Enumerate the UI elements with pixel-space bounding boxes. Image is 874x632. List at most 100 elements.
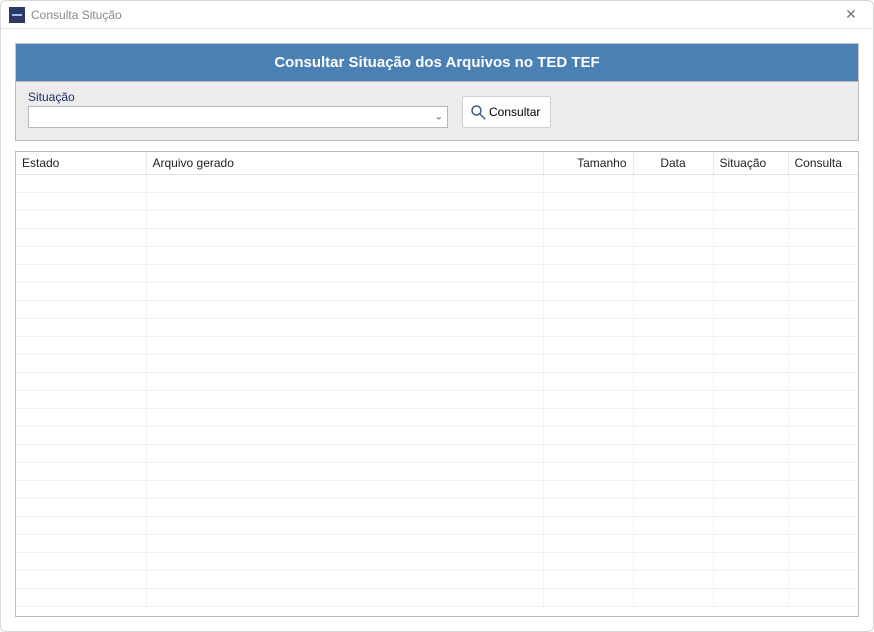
cell-tamanho — [543, 319, 633, 337]
cell-tamanho — [543, 499, 633, 517]
cell-situacao — [713, 535, 788, 553]
cell-consulta — [788, 175, 858, 193]
table-row — [16, 175, 858, 193]
cell-situacao — [713, 391, 788, 409]
cell-data — [633, 283, 713, 301]
cell-estado — [16, 589, 146, 607]
cell-situacao — [713, 517, 788, 535]
table-row — [16, 499, 858, 517]
table-row — [16, 355, 858, 373]
cell-estado — [16, 265, 146, 283]
col-header-estado[interactable]: Estado — [16, 152, 146, 175]
cell-consulta — [788, 517, 858, 535]
cell-situacao — [713, 481, 788, 499]
col-header-consulta[interactable]: Consulta — [788, 152, 858, 175]
cell-data — [633, 463, 713, 481]
cell-estado — [16, 211, 146, 229]
table-row — [16, 553, 858, 571]
cell-arquivo — [146, 193, 543, 211]
cell-consulta — [788, 589, 858, 607]
cell-arquivo — [146, 589, 543, 607]
table-row — [16, 481, 858, 499]
table-row — [16, 535, 858, 553]
situacao-input[interactable] — [29, 107, 447, 127]
situacao-label: Situação — [28, 90, 448, 104]
cell-situacao — [713, 463, 788, 481]
cell-arquivo — [146, 391, 543, 409]
cell-arquivo — [146, 319, 543, 337]
cell-tamanho — [543, 553, 633, 571]
cell-estado — [16, 517, 146, 535]
col-header-situacao[interactable]: Situação — [713, 152, 788, 175]
cell-estado — [16, 409, 146, 427]
cell-arquivo — [146, 481, 543, 499]
cell-consulta — [788, 481, 858, 499]
cell-estado — [16, 283, 146, 301]
cell-consulta — [788, 391, 858, 409]
cell-estado — [16, 301, 146, 319]
cell-situacao — [713, 301, 788, 319]
cell-tamanho — [543, 571, 633, 589]
cell-estado — [16, 319, 146, 337]
cell-data — [633, 517, 713, 535]
consultar-button[interactable]: Consultar — [462, 96, 551, 128]
col-header-data[interactable]: Data — [633, 152, 713, 175]
cell-situacao — [713, 409, 788, 427]
col-header-arquivo[interactable]: Arquivo gerado — [146, 152, 543, 175]
cell-situacao — [713, 319, 788, 337]
col-header-tamanho[interactable]: Tamanho — [543, 152, 633, 175]
cell-tamanho — [543, 175, 633, 193]
consultar-button-label: Consultar — [489, 105, 540, 119]
cell-tamanho — [543, 355, 633, 373]
cell-data — [633, 571, 713, 589]
cell-tamanho — [543, 517, 633, 535]
cell-estado — [16, 553, 146, 571]
cell-arquivo — [146, 445, 543, 463]
cell-data — [633, 337, 713, 355]
cell-situacao — [713, 355, 788, 373]
cell-data — [633, 391, 713, 409]
cell-data — [633, 535, 713, 553]
cell-arquivo — [146, 247, 543, 265]
cell-consulta — [788, 427, 858, 445]
cell-data — [633, 553, 713, 571]
cell-arquivo — [146, 427, 543, 445]
cell-data — [633, 373, 713, 391]
situacao-combo[interactable]: ⌄ — [28, 106, 448, 128]
cell-consulta — [788, 247, 858, 265]
cell-tamanho — [543, 211, 633, 229]
cell-tamanho — [543, 481, 633, 499]
cell-situacao — [713, 571, 788, 589]
cell-estado — [16, 391, 146, 409]
cell-consulta — [788, 337, 858, 355]
client-area: Consultar Situação dos Arquivos no TED T… — [1, 29, 873, 631]
app-window: Consulta Situção ✕ Consultar Situação do… — [0, 0, 874, 632]
table-row — [16, 247, 858, 265]
cell-data — [633, 301, 713, 319]
cell-situacao — [713, 283, 788, 301]
cell-estado — [16, 445, 146, 463]
cell-situacao — [713, 499, 788, 517]
cell-consulta — [788, 463, 858, 481]
cell-estado — [16, 247, 146, 265]
cell-data — [633, 409, 713, 427]
situacao-field: Situação ⌄ — [28, 90, 448, 128]
cell-estado — [16, 499, 146, 517]
cell-arquivo — [146, 211, 543, 229]
cell-data — [633, 265, 713, 283]
cell-situacao — [713, 427, 788, 445]
cell-data — [633, 481, 713, 499]
cell-estado — [16, 175, 146, 193]
cell-arquivo — [146, 283, 543, 301]
cell-consulta — [788, 355, 858, 373]
cell-situacao — [713, 247, 788, 265]
cell-tamanho — [543, 229, 633, 247]
titlebar: Consulta Situção ✕ — [1, 1, 873, 29]
cell-estado — [16, 373, 146, 391]
cell-situacao — [713, 229, 788, 247]
close-button[interactable]: ✕ — [837, 4, 865, 26]
table-row — [16, 517, 858, 535]
table-row — [16, 193, 858, 211]
cell-arquivo — [146, 337, 543, 355]
cell-arquivo — [146, 301, 543, 319]
